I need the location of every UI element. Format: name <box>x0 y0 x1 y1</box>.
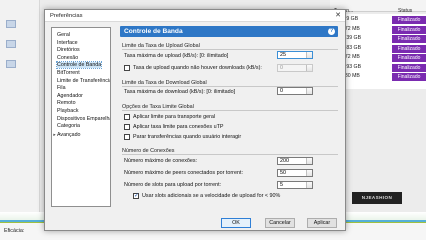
max-peers-input[interactable]: 50 <box>277 169 313 177</box>
status-badge: Finalizado <box>392 54 426 62</box>
tree-item-label: Diretórios <box>57 47 80 54</box>
upload-slots-input[interactable]: 5 <box>277 181 313 189</box>
tree-item[interactable]: Diretórios <box>52 47 110 54</box>
tree-item-label: Limite de Transferência <box>57 77 111 84</box>
tree-item[interactable]: Controle de Banda <box>52 61 110 70</box>
stop-on-interact-checkbox[interactable] <box>124 134 130 140</box>
status-badge: Finalizado <box>392 73 426 81</box>
status-badge: Finalizado <box>392 16 426 24</box>
dialog-titlebar[interactable]: Preferências ✕ <box>45 10 345 22</box>
group-divider <box>122 110 338 111</box>
tree-item[interactable]: Interface <box>52 40 110 47</box>
group-divider <box>122 49 338 50</box>
status-badge: Finalizado <box>392 35 426 43</box>
extra-slots-label: Usar slots adicionais se a velocidade de… <box>142 193 281 199</box>
max-connections-label: Número máximo de conexões: <box>124 158 198 164</box>
max-connections-input[interactable]: 200 <box>277 157 313 165</box>
tree-item-label: Geral <box>57 32 70 38</box>
folder-icon <box>6 20 16 28</box>
tree-item-label: BitTorrent <box>57 70 80 76</box>
tree-item[interactable]: ▸Avançado <box>52 131 110 138</box>
apply-transport-label: Aplicar limite para transporte geral <box>133 114 216 120</box>
folder-icon <box>6 40 16 48</box>
max-download-input[interactable]: 0 <box>277 87 313 95</box>
tree-item[interactable]: Remoto <box>52 100 110 107</box>
alt-upload-input[interactable]: 0 <box>277 64 313 72</box>
upload-slots-label: Número de slots para upload por torrent: <box>124 182 222 188</box>
tree-item-label: Controle de Banda <box>55 61 103 70</box>
cancel-button[interactable]: Cancelar <box>265 218 295 228</box>
tree-item[interactable]: Limite de Transferência <box>52 78 110 85</box>
apply-utp-label: Aplicar taxa limite para conexões uTP <box>133 124 224 130</box>
status-badge: Finalizado <box>392 63 426 72</box>
alt-upload-label: Taxa de upload quando não houver downloa… <box>133 65 262 71</box>
tree-item[interactable]: Dispositivos Emparelhados <box>52 116 110 123</box>
info-tab-label: Eficácia: <box>4 228 25 234</box>
alt-upload-checkbox[interactable] <box>124 65 130 71</box>
preferences-dialog: Preferências ✕ Geral Interface Diretórios C… <box>44 9 346 231</box>
apply-button[interactable]: Aplicar <box>307 218 337 228</box>
max-upload-label: Taxa máxima de upload (kB/s): [0: ilimit… <box>124 53 229 59</box>
background-sidebar <box>0 0 40 212</box>
tree-item-label: Interface <box>57 39 78 46</box>
max-peers-label: Número máximo de peers conectados por to… <box>124 170 243 176</box>
tree-item[interactable]: Agendador <box>52 93 110 100</box>
group-divider <box>122 154 338 155</box>
stop-on-interact-label: Parar transferências quando usuário inte… <box>133 134 242 140</box>
tree-item[interactable]: Fila <box>52 85 110 92</box>
help-icon[interactable]: ? <box>328 28 335 35</box>
ok-button[interactable]: OK <box>221 218 251 228</box>
bandwidth-panel: Controle de Banda ? Limite da Taxa de Up… <box>117 24 342 210</box>
tree-item-label: Categoria <box>57 123 80 130</box>
dialog-title: Preferências <box>50 13 83 19</box>
watermark-logo: NJEASHION <box>352 192 402 204</box>
panel-header: Controle de Banda ? <box>120 26 338 37</box>
tree-item[interactable]: Categoria <box>52 123 110 130</box>
status-badge: Finalizado <box>392 44 426 53</box>
apply-transport-checkbox[interactable] <box>124 114 130 120</box>
tree-item-label: Fila <box>57 85 66 92</box>
tree-item[interactable]: Geral <box>52 32 110 39</box>
tree-item-label: Conexão <box>57 54 79 61</box>
tree-item-label: Agendador <box>57 92 83 99</box>
close-icon[interactable]: ✕ <box>334 12 342 20</box>
max-download-label: Taxa máxima de download (kB/s): [0: ilim… <box>124 89 236 95</box>
panel-title: Controle de Banda <box>124 28 183 35</box>
apply-utp-checkbox[interactable] <box>124 124 130 130</box>
tree-item[interactable]: Conexão <box>52 55 110 62</box>
tree-item[interactable]: BitTorrent <box>52 70 110 77</box>
tree-item-label: Avançado <box>57 131 81 138</box>
status-badge: Finalizado <box>392 25 426 34</box>
max-upload-input[interactable]: 25 <box>277 51 313 59</box>
tree-item-label: Remoto <box>57 100 76 107</box>
folder-icon <box>6 60 16 68</box>
preferences-category-tree[interactable]: Geral Interface Diretórios Conexão Controle … <box>51 27 111 207</box>
tree-item-label: Dispositivos Emparelhados <box>57 115 110 122</box>
tree-item[interactable]: Playback <box>52 108 110 115</box>
tree-item-label: Playback <box>57 108 79 114</box>
extra-slots-checkbox[interactable] <box>133 192 139 199</box>
